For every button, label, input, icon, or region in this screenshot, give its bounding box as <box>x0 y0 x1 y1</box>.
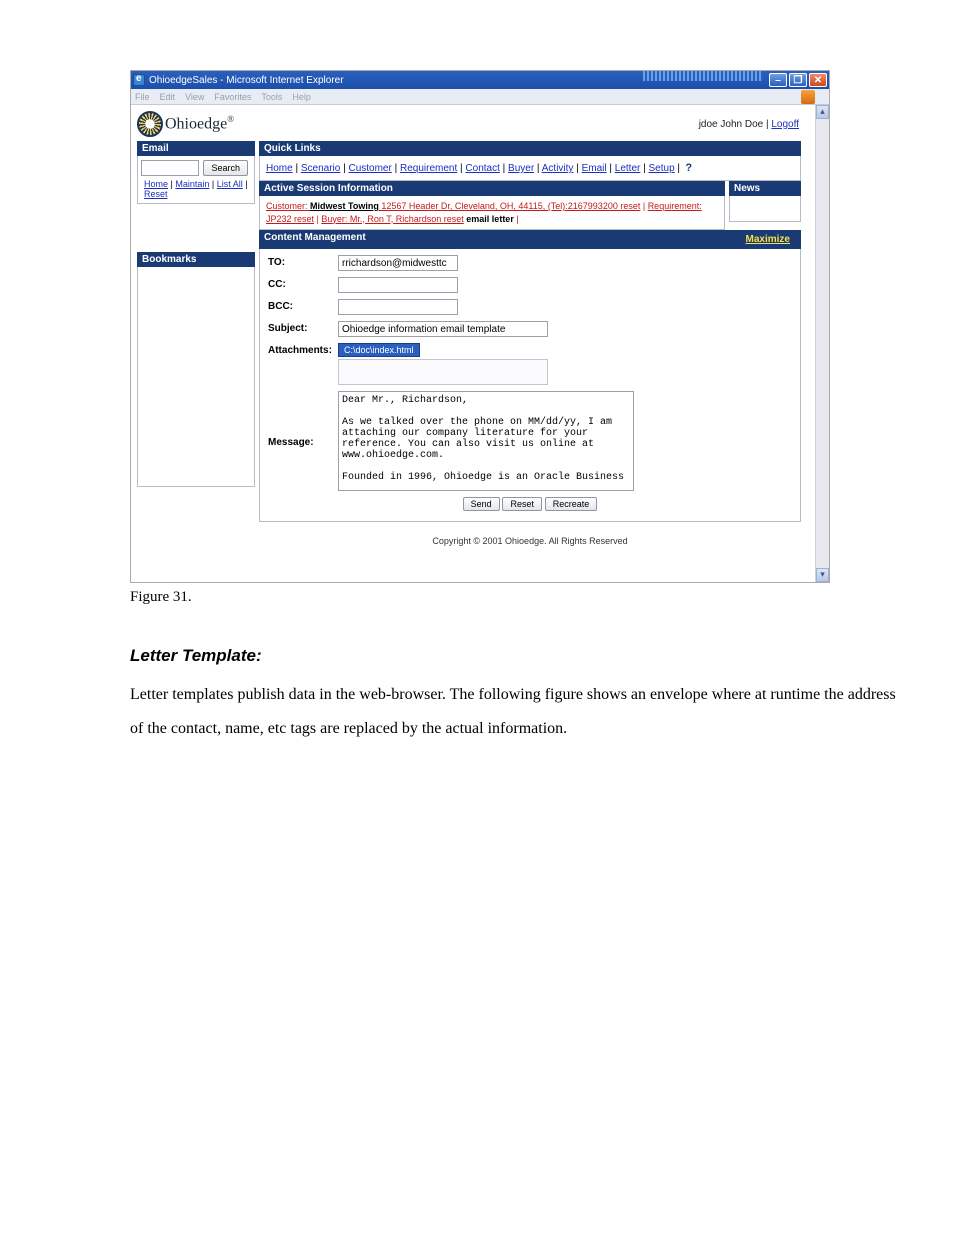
ql-requirement[interactable]: Requirement <box>400 163 457 174</box>
left-link-maintain[interactable]: Maintain <box>175 179 209 189</box>
ql-email[interactable]: Email <box>582 163 607 174</box>
search-button[interactable]: Search <box>203 160 248 176</box>
section-heading: Letter Template: <box>130 646 899 666</box>
left-link-home[interactable]: Home <box>144 179 168 189</box>
cc-label: CC: <box>268 277 338 290</box>
scroll-up-icon[interactable]: ▴ <box>816 105 829 119</box>
minimize-button[interactable]: – <box>769 73 787 87</box>
session-trail: email letter <box>466 214 514 224</box>
to-input[interactable] <box>338 255 458 271</box>
quick-links-body: Home | Scenario | Customer | Requirement… <box>259 156 801 181</box>
news-header: News <box>729 181 801 196</box>
reset-button[interactable]: Reset <box>502 497 542 511</box>
cc-input[interactable] <box>338 277 458 293</box>
attachment-file[interactable]: C:\doc\index.html <box>338 343 420 357</box>
menu-tools[interactable]: Tools <box>261 92 282 102</box>
session-info-body: Customer: Midwest Towing 12567 Header Dr… <box>259 196 725 230</box>
bcc-input[interactable] <box>338 299 458 315</box>
bcc-label: BCC: <box>268 299 338 312</box>
content-management-title: Content Management <box>264 232 366 247</box>
brand-logo-icon <box>137 111 163 137</box>
figure-caption: Figure 31. <box>130 589 899 606</box>
menu-edit[interactable]: Edit <box>160 92 176 102</box>
logoff-link[interactable]: Logoff <box>771 119 799 130</box>
ql-contact[interactable]: Contact <box>465 163 499 174</box>
attachments-label: Attachments: <box>268 343 338 356</box>
ql-home[interactable]: Home <box>266 163 293 174</box>
maximize-link[interactable]: Maximize <box>740 232 796 247</box>
ql-letter[interactable]: Letter <box>615 163 641 174</box>
menu-help[interactable]: Help <box>292 92 311 102</box>
email-panel-header: Email <box>137 141 255 156</box>
window-title: OhioedgeSales - Microsoft Internet Explo… <box>149 75 344 86</box>
browser-menubar: File Edit View Favorites Tools Help <box>131 89 829 105</box>
news-body <box>729 196 801 222</box>
menu-favorites[interactable]: Favorites <box>214 92 251 102</box>
message-textarea[interactable] <box>338 391 634 491</box>
session-customer-link[interactable]: Customer: Midwest Towing 12567 Header Dr… <box>266 201 640 211</box>
ql-scenario[interactable]: Scenario <box>301 163 340 174</box>
brand-name: Ohioedge® <box>165 114 234 133</box>
search-input[interactable] <box>141 160 199 176</box>
user-info: jdoe John Doe | Logoff <box>699 119 799 130</box>
menu-view[interactable]: View <box>185 92 204 102</box>
maximize-button[interactable]: ❐ <box>789 73 807 87</box>
titlebar-grip <box>643 71 763 81</box>
vertical-scrollbar[interactable]: ▴ ▾ <box>815 105 829 582</box>
bookmarks-panel-header: Bookmarks <box>137 252 255 267</box>
ie-icon <box>133 74 145 86</box>
ql-setup[interactable]: Setup <box>649 163 675 174</box>
menu-file[interactable]: File <box>135 92 150 102</box>
brand-logo: Ohioedge® <box>137 111 234 137</box>
message-label: Message: <box>268 435 338 448</box>
copyright-text: Copyright © 2001 Ohioedge. All Rights Re… <box>259 536 801 546</box>
screenshot-window: OhioedgeSales - Microsoft Internet Explo… <box>130 70 830 583</box>
subject-input[interactable] <box>338 321 548 337</box>
scroll-down-icon[interactable]: ▾ <box>816 568 829 582</box>
ql-buyer[interactable]: Buyer <box>508 163 534 174</box>
help-icon[interactable]: ? <box>683 160 695 172</box>
session-buyer-link[interactable]: Buyer: Mr., Ron T, Richardson reset <box>321 214 463 224</box>
body-paragraph: Letter templates publish data in the web… <box>130 678 899 745</box>
left-link-reset[interactable]: Reset <box>144 189 168 199</box>
subject-label: Subject: <box>268 321 338 334</box>
left-nav-links: Home | Maintain | List All | Reset <box>144 176 248 199</box>
user-name: jdoe John Doe <box>699 119 764 130</box>
recreate-button[interactable]: Recreate <box>545 497 598 511</box>
window-titlebar: OhioedgeSales - Microsoft Internet Explo… <box>131 71 829 89</box>
ql-activity[interactable]: Activity <box>542 163 574 174</box>
left-link-list-all[interactable]: List All <box>217 179 243 189</box>
close-button[interactable]: ✕ <box>809 73 827 87</box>
content-management-body: TO: CC: BCC: <box>259 249 801 522</box>
attachment-drop-area[interactable] <box>338 359 548 385</box>
session-info-header: Active Session Information <box>259 181 725 196</box>
content-management-header: Content Management Maximize <box>259 230 801 249</box>
quick-links-header: Quick Links <box>259 141 801 156</box>
send-button[interactable]: Send <box>463 497 500 511</box>
to-label: TO: <box>268 255 338 268</box>
ql-customer[interactable]: Customer <box>348 163 391 174</box>
windows-flag-icon <box>801 90 815 104</box>
bookmarks-panel-body <box>137 267 255 487</box>
